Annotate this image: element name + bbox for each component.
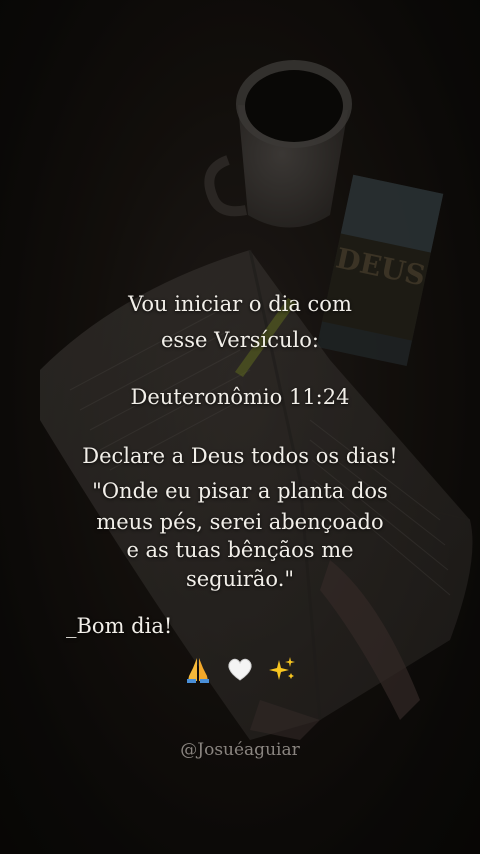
verse-line-4: e as tuas bênçãos me (126, 538, 354, 562)
verse-caption: Vou iniciar o dia com esse Versículo: De… (0, 0, 480, 854)
verse-line-5: seguirão." (185, 567, 295, 591)
greeting: _Bom dia! (66, 614, 173, 638)
verse-reference: Deuteronômio 11:24 (130, 385, 350, 409)
intro-line-1: Vou iniciar o dia com (128, 292, 352, 316)
verse-line-2: "Onde eu pisar a planta dos (92, 479, 388, 503)
author-credit: @Josuéaguiar (180, 740, 300, 760)
praying-hands-icon (183, 654, 213, 684)
intro-line-2: esse Versículo: (160, 328, 319, 352)
white-heart-icon (225, 654, 255, 684)
sparkles-icon (267, 654, 297, 684)
verse-line-3: meus pés, serei abençoado (96, 510, 384, 534)
emoji-row (0, 652, 480, 684)
verse-line-1: Declare a Deus todos os dias! (82, 444, 398, 468)
post-image: DEUS Vou iniciar o dia com esse Versícul… (0, 0, 480, 854)
